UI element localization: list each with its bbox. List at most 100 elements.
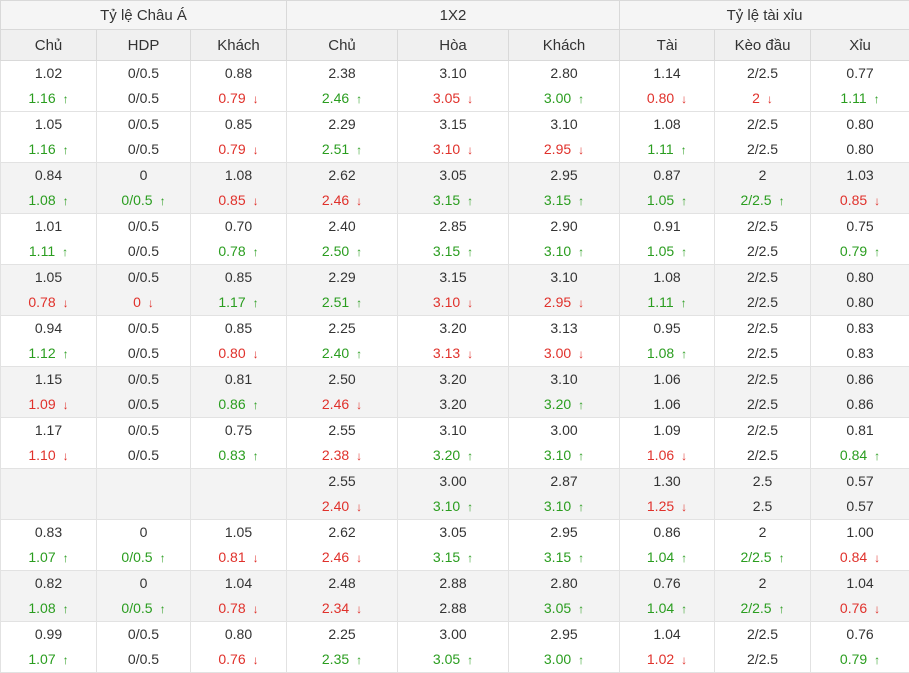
live-value: 2.95	[544, 294, 571, 310]
arrow-down-icon: ↓	[356, 495, 362, 520]
live-value: 3.00	[544, 90, 571, 106]
group-header-1x2: 1X2	[287, 1, 620, 30]
odds-cell-x12-home: 2.292.51↑	[287, 112, 398, 163]
arrow-up-icon: ↑	[874, 240, 880, 265]
opening-value: 3.10	[439, 65, 466, 81]
live-value: 2/2.5	[747, 345, 778, 361]
live-odds: 2/2.5	[715, 290, 810, 315]
live-odds: 0.78↓	[191, 596, 286, 621]
opening-odds: 3.00	[398, 469, 508, 494]
arrow-down-icon: ↓	[874, 546, 880, 571]
odds-row: 1.050.78↓0/0.50↓0.851.17↑2.292.51↑3.153.…	[1, 265, 909, 316]
odds-cell-ou-line: 22/2.5↑	[715, 571, 811, 622]
odds-cell-asian-hdp: 00/0.5↑	[97, 163, 191, 214]
live-value: 3.13	[433, 345, 460, 361]
live-odds: 3.15↑	[509, 545, 619, 570]
odds-cell-ou-under: 0.800.80	[811, 112, 909, 163]
odds-cell-content: 3.003.10↑	[509, 418, 619, 468]
odds-cell-content: 3.103.05↓	[398, 61, 508, 111]
opening-odds: 1.09	[620, 418, 714, 443]
col-header-1x2-draw: Hòa	[398, 30, 509, 61]
opening-odds: 3.20	[398, 316, 508, 341]
odds-cell-content: 3.053.15↑	[398, 163, 508, 213]
live-value: 0/0.5	[128, 396, 159, 412]
live-odds: 0.86↑	[191, 392, 286, 417]
opening-value: 2.95	[550, 626, 577, 642]
live-value: 0.78	[218, 243, 245, 259]
odds-cell-content: 2.252.40↑	[287, 316, 397, 366]
odds-cell-content: 2.953.15↑	[509, 520, 619, 570]
opening-odds: 0.87	[620, 163, 714, 188]
live-value: 2/2.5	[740, 549, 771, 565]
live-value: 3.15	[433, 549, 460, 565]
opening-value: 0.86	[653, 524, 680, 540]
opening-odds: 2/2.5	[715, 418, 810, 443]
opening-odds: 0.85	[191, 112, 286, 137]
live-odds: 2.35↑	[287, 647, 397, 672]
odds-cell-asian-hdp: 0/0.50/0.5	[97, 418, 191, 469]
live-value: 3.10	[544, 498, 571, 514]
opening-odds: 0/0.5	[97, 214, 190, 239]
opening-value: 0/0.5	[128, 626, 159, 642]
live-odds: 1.11↑	[620, 290, 714, 315]
odds-cell-x12-draw: 3.103.05↓	[398, 61, 509, 112]
live-value: 3.00	[544, 345, 571, 361]
opening-odds: 2.48	[287, 571, 397, 596]
live-odds: 2.88	[398, 596, 508, 621]
opening-value: 2	[759, 167, 767, 183]
opening-odds: 0/0.5	[97, 112, 190, 137]
live-value: 3.20	[544, 396, 571, 412]
live-odds: 0.85↓	[191, 188, 286, 213]
live-odds: 0.76↓	[191, 647, 286, 672]
arrow-up-icon: ↑	[356, 87, 362, 112]
live-odds: 0/0.5	[97, 647, 190, 672]
live-value: 2/2.5	[747, 243, 778, 259]
opening-value: 0.76	[653, 575, 680, 591]
odds-cell-content: 0/0.50↓	[97, 265, 190, 315]
odds-cell-content: 2.552.40↓	[287, 469, 397, 519]
live-odds: 1.12↑	[1, 341, 96, 366]
live-odds: 0/0.5	[97, 443, 190, 468]
odds-cell-ou-over: 1.301.25↓	[620, 469, 715, 520]
opening-odds: 0.81	[811, 418, 909, 443]
opening-odds: 3.05	[398, 520, 508, 545]
odds-cell-content: 1.041.02↓	[620, 622, 714, 672]
odds-cell-ou-under: 0.860.86	[811, 367, 909, 418]
odds-cell-content: 1.011.11↑	[1, 214, 96, 264]
odds-cell-content: 0.810.84↑	[811, 418, 909, 468]
odds-cell-ou-over: 1.081.11↑	[620, 265, 715, 316]
odds-cell-asian-hdp	[97, 469, 191, 520]
col-header-away: Khách	[191, 30, 287, 61]
live-odds: 2/2.5	[715, 647, 810, 672]
odds-cell-content: 2.622.46↓	[287, 520, 397, 570]
opening-odds: 2.62	[287, 163, 397, 188]
odds-cell-ou-over: 1.061.06	[620, 367, 715, 418]
opening-odds: 1.05	[1, 112, 96, 137]
odds-cell-content: 0.810.86↑	[191, 367, 286, 417]
live-odds: 0.81↓	[191, 545, 286, 570]
live-value: 3.10	[433, 141, 460, 157]
arrow-up-icon: ↑	[779, 189, 785, 214]
live-odds: 0↓	[97, 290, 190, 315]
arrow-down-icon: ↓	[681, 495, 687, 520]
live-value: 1.10	[28, 447, 55, 463]
arrow-up-icon: ↑	[467, 546, 473, 571]
odds-cell-content: 0.851.17↑	[191, 265, 286, 315]
odds-cell-x12-draw: 3.203.20	[398, 367, 509, 418]
odds-cell-content: 2.52.5	[715, 469, 810, 519]
live-value: 2.40	[322, 345, 349, 361]
live-odds: 2.46↑	[287, 86, 397, 111]
odds-row: 0.941.12↑0/0.50/0.50.850.80↓2.252.40↑3.2…	[1, 316, 909, 367]
live-value: 0.80	[846, 141, 873, 157]
arrow-down-icon: ↓	[356, 189, 362, 214]
live-odds	[1, 494, 96, 519]
arrow-up-icon: ↑	[356, 342, 362, 367]
odds-cell-content	[191, 469, 286, 519]
live-value: 2/2.5	[747, 141, 778, 157]
col-header-hdp: HDP	[97, 30, 191, 61]
odds-cell-content: 0.941.12↑	[1, 316, 96, 366]
opening-value: 0.99	[35, 626, 62, 642]
opening-odds: 2	[715, 520, 810, 545]
opening-value: 0.83	[35, 524, 62, 540]
arrow-down-icon: ↓	[253, 597, 259, 622]
